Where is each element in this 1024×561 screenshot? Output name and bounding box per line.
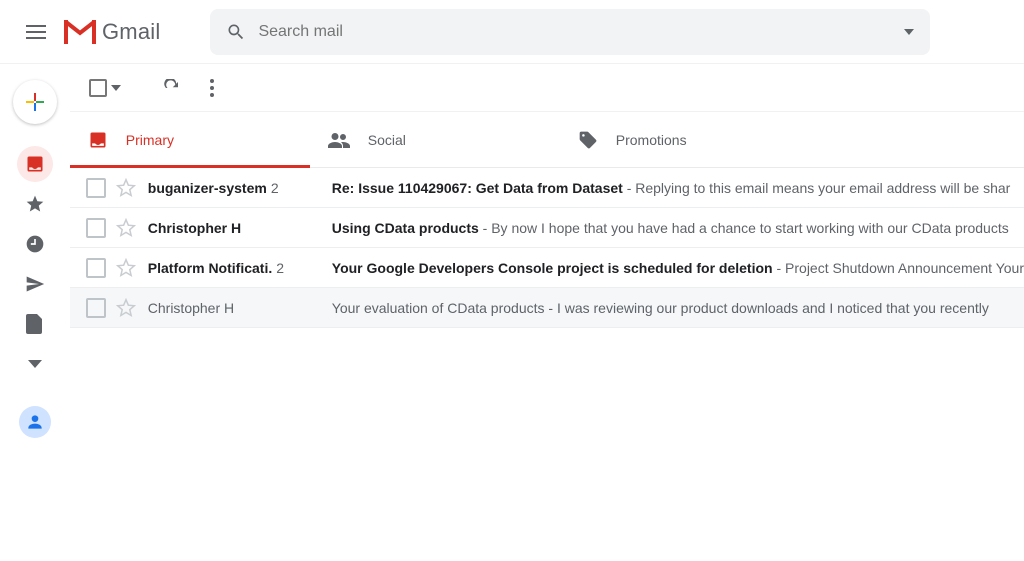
subject-line: Re: Issue 110429067: Get Data from Datas… (332, 180, 1024, 196)
main-menu-button[interactable] (12, 8, 60, 56)
row-checkbox[interactable] (86, 178, 106, 198)
main-pane: Primary Social Promotions buganizer-syst… (70, 64, 1024, 561)
sender-name: Platform Notificati.2 (148, 260, 332, 276)
nav-starred[interactable] (17, 186, 53, 222)
row-checkbox[interactable] (86, 218, 106, 238)
nav-rail (0, 64, 70, 561)
star-button[interactable] (116, 218, 136, 238)
inbox-icon (88, 130, 108, 150)
tab-social[interactable]: Social (310, 112, 560, 168)
person-icon (25, 412, 45, 432)
star-icon (25, 194, 45, 214)
tab-label: Primary (126, 132, 174, 148)
subject-line: Using CData products - By now I hope tha… (332, 220, 1024, 236)
app-header: Gmail (0, 0, 1024, 64)
tab-primary[interactable]: Primary (70, 112, 310, 168)
tab-promotions[interactable]: Promotions (560, 112, 810, 168)
active-tab-indicator (70, 165, 310, 168)
checkbox-icon (89, 79, 107, 97)
subject-line: Your evaluation of CData products - I wa… (332, 300, 1024, 316)
logo[interactable]: Gmail (64, 19, 160, 45)
star-button[interactable] (116, 178, 136, 198)
thread-count: 2 (271, 180, 279, 196)
email-list: buganizer-system2Re: Issue 110429067: Ge… (70, 168, 1024, 328)
star-outline-icon (116, 298, 136, 318)
star-outline-icon (116, 178, 136, 198)
hamburger-icon (26, 25, 46, 39)
clock-icon (25, 234, 45, 254)
nav-snoozed[interactable] (17, 226, 53, 262)
sender-name: Christopher H (148, 300, 332, 316)
row-checkbox[interactable] (86, 298, 106, 318)
email-row[interactable]: buganizer-system2Re: Issue 110429067: Ge… (70, 168, 1024, 208)
hangouts-contact[interactable] (19, 406, 51, 438)
star-button[interactable] (116, 258, 136, 278)
tab-label: Social (368, 132, 406, 148)
send-icon (25, 274, 45, 294)
plus-icon (24, 91, 46, 113)
app-name-label: Gmail (102, 19, 160, 45)
caret-down-icon (111, 85, 121, 91)
search-bar[interactable] (210, 9, 930, 55)
compose-button[interactable] (13, 80, 57, 124)
inbox-icon (25, 154, 45, 174)
nav-more[interactable] (17, 346, 53, 382)
email-row[interactable]: Platform Notificati.2Your Google Develop… (70, 248, 1024, 288)
refresh-icon (163, 79, 181, 97)
more-vert-icon (210, 79, 214, 97)
tag-icon (578, 130, 598, 150)
search-input[interactable] (258, 23, 904, 41)
file-icon (26, 314, 44, 334)
sender-name: Christopher H (148, 220, 332, 236)
refresh-button[interactable] (152, 68, 192, 108)
gmail-logo-icon (64, 20, 96, 44)
star-outline-icon (116, 218, 136, 238)
row-checkbox[interactable] (86, 258, 106, 278)
star-outline-icon (116, 258, 136, 278)
nav-sent[interactable] (17, 266, 53, 302)
email-row[interactable]: Christopher HUsing CData products - By n… (70, 208, 1024, 248)
search-options-button[interactable] (904, 29, 914, 35)
people-icon (328, 132, 350, 148)
search-icon (226, 22, 246, 42)
more-actions-button[interactable] (192, 68, 232, 108)
toolbar (70, 64, 1024, 112)
category-tabs: Primary Social Promotions (70, 112, 1024, 168)
subject-line: Your Google Developers Console project i… (332, 260, 1024, 276)
chevron-down-icon (28, 360, 42, 368)
nav-inbox[interactable] (17, 146, 53, 182)
star-button[interactable] (116, 298, 136, 318)
email-row[interactable]: Christopher HYour evaluation of CData pr… (70, 288, 1024, 328)
sender-name: buganizer-system2 (148, 180, 332, 196)
nav-drafts[interactable] (17, 306, 53, 342)
tab-label: Promotions (616, 132, 687, 148)
select-all-checkbox[interactable] (86, 76, 124, 100)
caret-down-icon (904, 29, 914, 35)
thread-count: 2 (276, 260, 284, 276)
